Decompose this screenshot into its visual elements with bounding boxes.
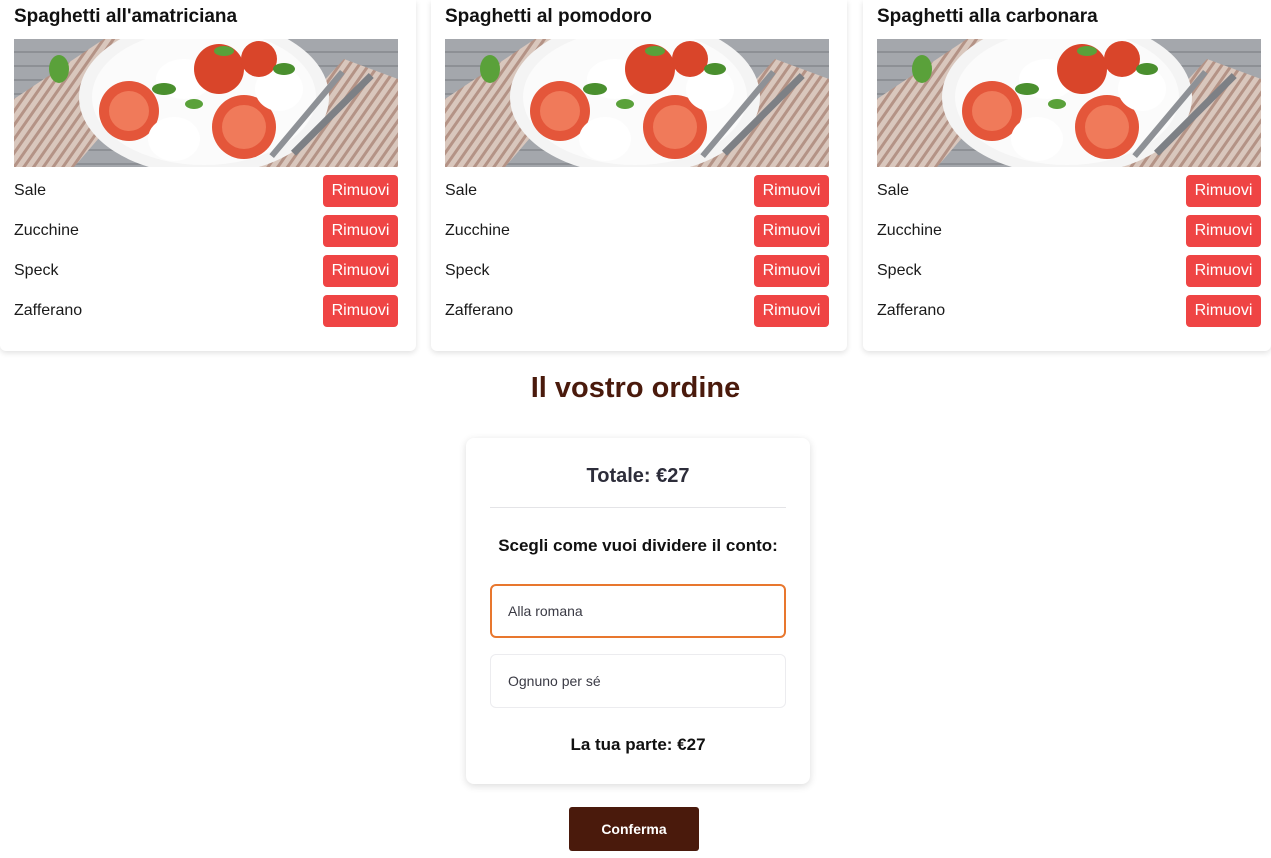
split-bill-question: Scegli come vuoi dividere il conto:	[498, 536, 778, 555]
remove-ingredient-button[interactable]: Rimuovi	[323, 295, 398, 327]
remove-ingredient-button[interactable]: Rimuovi	[323, 215, 398, 247]
ingredient-row: Zafferano Rimuovi	[445, 295, 829, 327]
split-option-ognuno-per-se[interactable]: Ognuno per sé	[490, 654, 786, 708]
ingredient-row: Sale Rimuovi	[445, 175, 829, 207]
ingredient-name: Sale	[877, 182, 910, 199]
caprese-image	[445, 39, 829, 167]
dish-cards: Spaghetti all'amatriciana Sale Rimuovi Z…	[0, 0, 1271, 352]
dish-card: Spaghetti al pomodoro Sale Rimuovi Zucch…	[431, 0, 847, 351]
remove-ingredient-button[interactable]: Rimuovi	[754, 215, 829, 247]
remove-ingredient-button[interactable]: Rimuovi	[1186, 295, 1261, 327]
ingredient-row: Speck Rimuovi	[445, 255, 829, 287]
caprese-image	[14, 39, 398, 167]
order-summary-panel: Totale: €27 Scegli come vuoi dividere il…	[466, 438, 810, 784]
dish-title: Spaghetti all'amatriciana	[14, 6, 238, 27]
remove-ingredient-button[interactable]: Rimuovi	[1186, 175, 1261, 207]
divider	[490, 507, 786, 508]
ingredient-name: Zafferano	[877, 302, 946, 319]
remove-ingredient-button[interactable]: Rimuovi	[1186, 255, 1261, 287]
dish-title: Spaghetti alla carbonara	[877, 6, 1098, 27]
ingredient-name: Sale	[445, 182, 478, 199]
dish-card: Spaghetti all'amatriciana Sale Rimuovi Z…	[0, 0, 416, 351]
ingredient-name: Zucchine	[14, 222, 79, 239]
ingredient-name: Zafferano	[14, 302, 83, 319]
ingredient-name: Zafferano	[445, 302, 514, 319]
remove-ingredient-button[interactable]: Rimuovi	[754, 175, 829, 207]
ingredient-row: Speck Rimuovi	[877, 255, 1261, 287]
order-title: Il vostro ordine	[530, 372, 741, 404]
dish-photo	[14, 39, 398, 167]
ingredient-row: Zucchine Rimuovi	[877, 215, 1261, 247]
ingredient-name: Speck	[14, 262, 59, 279]
ingredient-name: Zucchine	[445, 222, 510, 239]
order-total: Totale: €27	[586, 465, 690, 487]
ingredient-name: Zucchine	[877, 222, 942, 239]
remove-ingredient-button[interactable]: Rimuovi	[754, 255, 829, 287]
ingredient-row: Sale Rimuovi	[14, 175, 398, 207]
ingredient-row: Zucchine Rimuovi	[14, 215, 398, 247]
dish-photo	[877, 39, 1261, 167]
dish-title: Spaghetti al pomodoro	[445, 6, 652, 27]
dish-card: Spaghetti alla carbonara Sale Rimuovi Zu…	[863, 0, 1271, 351]
ingredient-row: Zafferano Rimuovi	[14, 295, 398, 327]
remove-ingredient-button[interactable]: Rimuovi	[323, 255, 398, 287]
ingredient-row: Zafferano Rimuovi	[877, 295, 1261, 327]
ingredient-row: Zucchine Rimuovi	[445, 215, 829, 247]
ingredient-row: Speck Rimuovi	[14, 255, 398, 287]
confirm-button[interactable]: Conferma	[569, 807, 699, 851]
ingredient-row: Sale Rimuovi	[877, 175, 1261, 207]
your-share: La tua parte: €27	[570, 735, 706, 754]
split-option-alla-romana[interactable]: Alla romana	[490, 584, 786, 638]
dish-photo	[445, 39, 829, 167]
remove-ingredient-button[interactable]: Rimuovi	[754, 295, 829, 327]
remove-ingredient-button[interactable]: Rimuovi	[1186, 215, 1261, 247]
remove-ingredient-button[interactable]: Rimuovi	[323, 175, 398, 207]
caprese-image	[877, 39, 1261, 167]
ingredient-name: Speck	[445, 262, 490, 279]
ingredient-name: Sale	[14, 182, 47, 199]
ingredient-name: Speck	[877, 262, 922, 279]
